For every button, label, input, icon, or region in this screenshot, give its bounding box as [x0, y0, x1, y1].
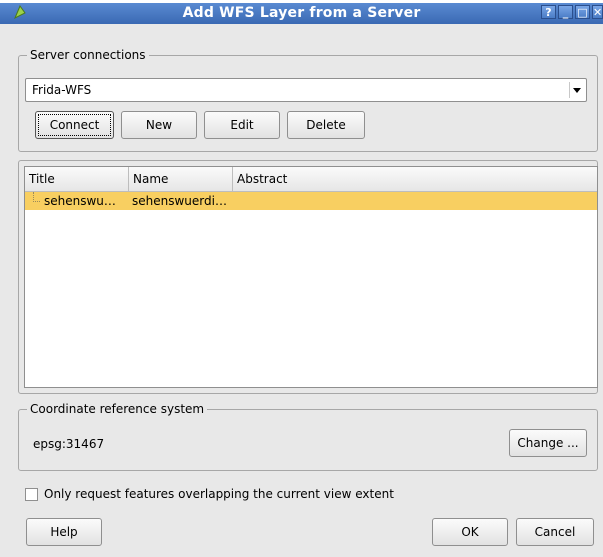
cell-name: sehenswuerdi…	[132, 194, 227, 208]
minimize-button[interactable]: _	[558, 5, 573, 19]
help-window-button[interactable]: ?	[541, 5, 556, 19]
column-header-title[interactable]: Title	[25, 167, 129, 191]
extent-checkbox[interactable]	[25, 488, 38, 501]
delete-button[interactable]: Delete	[287, 111, 365, 139]
extent-checkbox-label[interactable]: Only request features overlapping the cu…	[44, 487, 394, 501]
change-crs-button[interactable]: Change ...	[509, 429, 587, 457]
crs-label: Coordinate reference system	[27, 402, 208, 416]
server-connection-value: Frida-WFS	[32, 83, 92, 97]
title-bar-top-edge	[0, 0, 603, 3]
column-header-name[interactable]: Name	[129, 167, 233, 191]
ok-button[interactable]: OK	[432, 518, 508, 546]
maximize-button[interactable]: □	[575, 5, 590, 19]
cell-title: sehenswu…	[44, 194, 116, 208]
server-connections-label: Server connections	[27, 48, 149, 62]
connect-button[interactable]: Connect	[35, 111, 114, 139]
chevron-down-icon[interactable]	[569, 82, 584, 98]
column-header-abstract[interactable]: Abstract	[233, 167, 597, 191]
window-title: Add WFS Layer from a Server	[182, 5, 421, 21]
layers-table[interactable]: Title Name Abstract sehenswu… sehenswuer…	[24, 166, 598, 388]
close-button[interactable]: ✕	[592, 5, 603, 19]
table-header: Title Name Abstract	[25, 167, 597, 192]
help-button[interactable]: Help	[26, 518, 102, 546]
tree-branch-icon	[33, 192, 40, 202]
crs-value: epsg:31467	[33, 437, 105, 451]
edit-button[interactable]: Edit	[204, 111, 280, 139]
title-bar: Add WFS Layer from a Server ? _ □ ✕	[0, 0, 603, 24]
new-button[interactable]: New	[121, 111, 197, 139]
cancel-button[interactable]: Cancel	[516, 518, 594, 546]
table-row[interactable]: sehenswu… sehenswuerdi…	[25, 192, 597, 210]
server-connection-combobox[interactable]: Frida-WFS	[25, 78, 587, 102]
